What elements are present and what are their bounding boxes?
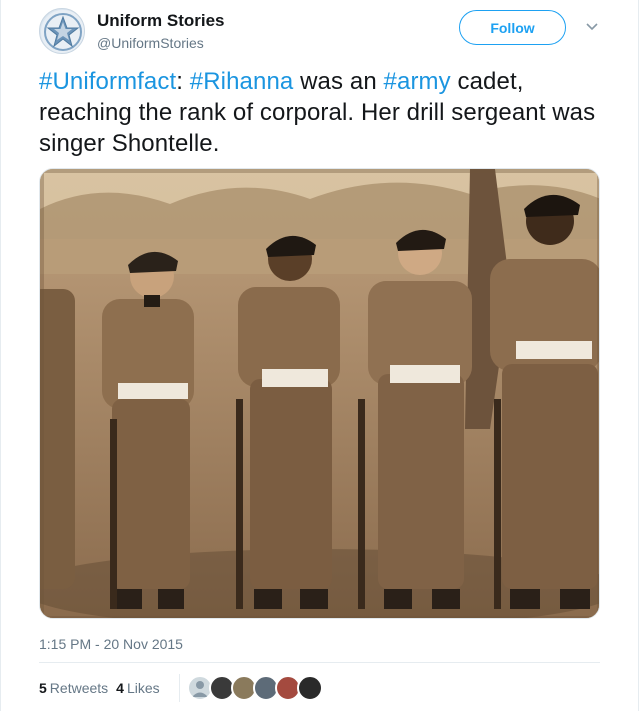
chevron-down-icon[interactable] [581,16,603,38]
likes-stat[interactable]: 4 Likes [116,680,159,696]
tweet-text: #Uniformfact: #Rihanna was an #army cade… [39,66,619,159]
cadets-photo [40,169,599,618]
retweets-count: 5 [39,680,47,696]
tweet-text-segment: was an [293,68,384,95]
tweet-photo[interactable] [39,168,600,619]
stats-separator [179,674,180,702]
hashtag-link[interactable]: #army [384,68,451,95]
likes-label: Likes [126,680,160,696]
tweet-text-segment: : [176,68,190,95]
hashtag-link[interactable]: #Uniformfact [39,68,176,95]
tweet-stats: 5 Retweets 4 Likes [39,680,160,696]
avatar[interactable] [39,8,85,54]
retweets-stat[interactable]: 5 Retweets [39,680,108,696]
account-handle[interactable]: @UniformStories [97,35,204,51]
retweets-label: Retweets [49,680,109,696]
follow-button[interactable]: Follow [459,10,566,45]
tweet-header: Uniform Stories @UniformStories Follow [39,6,618,54]
tweet-timestamp[interactable]: 1:15 PM - 20 Nov 2015 [39,636,183,652]
tweet-card: Uniform Stories @UniformStories Follow #… [0,0,639,711]
star-logo-icon [41,10,84,53]
divider [39,662,600,663]
liker-avatar[interactable] [297,675,323,701]
hashtag-link[interactable]: #Rihanna [190,68,294,95]
likes-count: 4 [116,680,124,696]
account-name[interactable]: Uniform Stories [97,11,225,31]
liker-avatars [187,675,323,701]
